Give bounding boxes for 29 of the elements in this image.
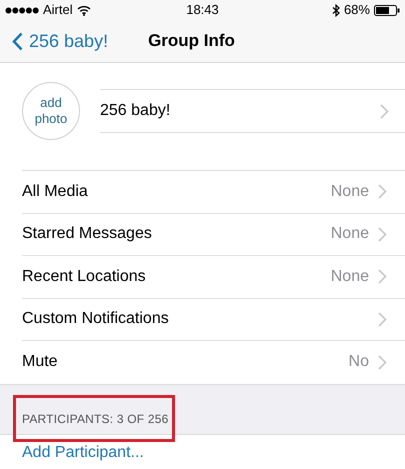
settings-row[interactable]: Starred Messages None xyxy=(22,214,405,256)
back-chevron-icon xyxy=(12,32,23,50)
back-button[interactable]: 256 baby! xyxy=(12,28,108,54)
chevron-icon xyxy=(378,269,387,284)
participants-header: PARTICIPANTS: 3 OF 256 xyxy=(22,410,168,428)
add-participant-link[interactable]: Add Participant... xyxy=(22,440,144,464)
row-value: None xyxy=(330,182,369,202)
wifi-icon xyxy=(76,4,91,16)
group-name-row[interactable]: 256 baby! xyxy=(100,89,405,133)
settings-row[interactable]: Recent Locations None xyxy=(22,256,405,298)
battery-icon xyxy=(374,4,400,16)
bluetooth-icon xyxy=(332,4,340,16)
settings-row[interactable]: All Media None xyxy=(22,171,405,214)
signal-icon xyxy=(5,6,39,14)
carrier-name: Airtel xyxy=(43,1,73,20)
settings-row[interactable]: Custom Notifications xyxy=(22,298,405,341)
chevron-icon xyxy=(378,226,387,242)
add-photo-button[interactable]: add photo xyxy=(22,82,80,140)
row-value: None xyxy=(330,224,369,244)
chevron-icon xyxy=(378,312,387,327)
nav-title: Group Info xyxy=(148,30,235,52)
chevron-icon xyxy=(378,354,387,370)
row-value: None xyxy=(330,266,369,287)
battery-percent: 68% xyxy=(344,1,370,20)
chevron-icon xyxy=(378,184,387,200)
row-value: No xyxy=(348,352,369,372)
settings-row[interactable]: Mute No xyxy=(22,341,405,384)
status-time: 18:43 xyxy=(186,1,219,20)
chevron-icon xyxy=(380,104,389,118)
